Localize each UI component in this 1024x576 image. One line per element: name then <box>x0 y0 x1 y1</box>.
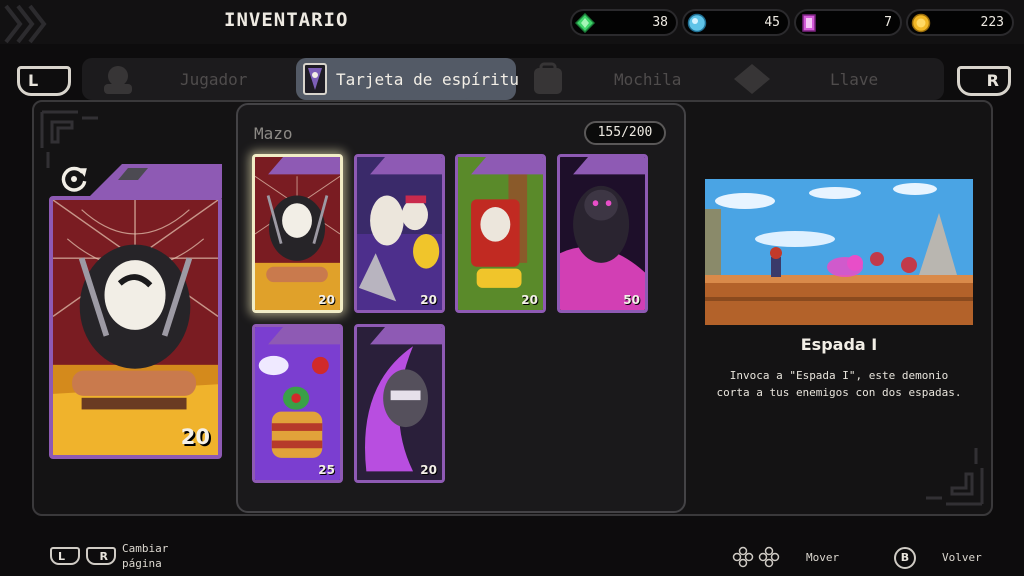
page-title: INVENTARIO <box>224 9 349 31</box>
battle-scene-art <box>705 179 973 325</box>
spring-bot-art <box>255 327 340 480</box>
corner-ornament-icon <box>926 448 984 506</box>
card-cost: 20 <box>521 293 538 307</box>
r-button-hint: R <box>86 547 116 565</box>
spider-demon-art <box>255 157 340 310</box>
currency-gold-coins: 223 <box>906 9 1014 36</box>
card-description: Invoca a "Espada I", este demonio corta … <box>716 369 962 399</box>
chevron-pattern-icon <box>4 4 47 44</box>
tab-jugador[interactable]: Jugador <box>180 70 247 89</box>
move-label: Mover <box>806 551 840 564</box>
gold-coins-value: 223 <box>980 15 1004 30</box>
deck-card[interactable]: 20 <box>354 324 445 483</box>
deck-card[interactable]: 20 <box>354 154 445 313</box>
deck-card[interactable]: 25 <box>252 324 343 483</box>
blue-orb-icon <box>687 13 707 33</box>
card-name: Espada I <box>800 335 878 354</box>
deck-count: 155/200 <box>584 121 666 145</box>
spider-demon-art <box>53 200 218 455</box>
backpack-tab-icon <box>534 62 562 94</box>
deck-card[interactable]: 20 <box>252 154 343 313</box>
tab-active-label: Tarjeta de espíritu <box>336 70 520 89</box>
green-gem-icon <box>575 13 595 33</box>
currency-blue-orbs: 45 <box>682 9 790 36</box>
card-cost: 25 <box>318 463 335 477</box>
blue-orbs-value: 45 <box>764 15 780 30</box>
card-cost: 20 <box>420 293 437 307</box>
card-cost: 20 <box>318 293 335 307</box>
key-tab-icon <box>734 64 770 94</box>
green-gems-value: 38 <box>652 15 668 30</box>
dpad-icon <box>732 546 780 568</box>
l-shoulder-button[interactable]: L <box>17 66 71 96</box>
change-page-label: Cambiar página <box>122 542 169 570</box>
r-shoulder-button[interactable]: R <box>957 66 1011 96</box>
spirit-card-tab-icon <box>303 63 327 95</box>
tab-mochila[interactable]: Mochila <box>614 70 681 89</box>
armored-knight-art <box>357 327 442 480</box>
deck-title: Mazo <box>254 124 293 143</box>
deck-card[interactable]: 50 <box>557 154 648 313</box>
card-cost: 20 <box>420 463 437 477</box>
deck-card[interactable]: 20 <box>455 154 546 313</box>
card-cost: 50 <box>623 293 640 307</box>
currency-green-gems: 38 <box>570 9 678 36</box>
b-button-icon[interactable]: B <box>894 547 916 569</box>
card-preview-scene <box>705 179 973 325</box>
selected-card-cost: 20 <box>180 425 210 449</box>
top-bar: INVENTARIO 38 45 7 223 <box>0 0 1024 44</box>
gold-coin-icon <box>911 13 931 33</box>
footer: L R Cambiar página Mover Volver <box>0 538 1024 576</box>
selected-card-large: 20 <box>49 196 222 459</box>
pink-crystals-value: 7 <box>884 15 892 30</box>
tab-llave[interactable]: Llave <box>830 70 878 89</box>
shadow-beast-art <box>560 157 645 310</box>
back-label: Volver <box>942 551 982 564</box>
skull-mage-art <box>357 157 442 310</box>
cycle-icon <box>61 166 87 192</box>
player-tab-icon <box>104 66 132 94</box>
l-button-hint: L <box>50 547 80 565</box>
currency-pink-crystals: 7 <box>794 9 902 36</box>
pink-crystal-icon <box>802 14 816 32</box>
treasure-demon-art <box>458 157 543 310</box>
card-corner-slash-icon <box>88 164 222 198</box>
